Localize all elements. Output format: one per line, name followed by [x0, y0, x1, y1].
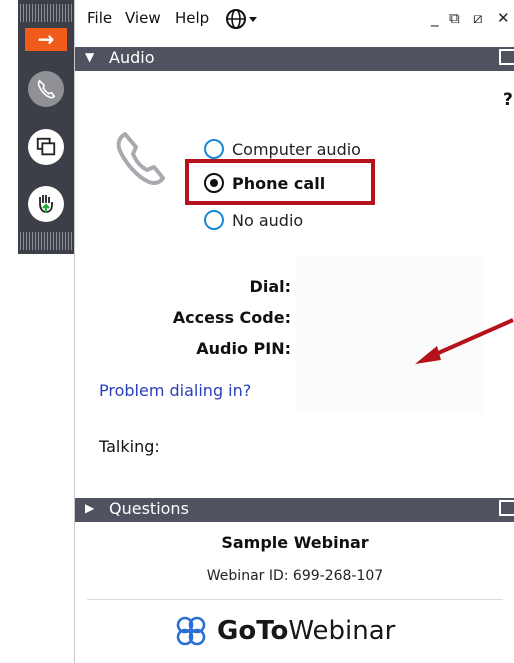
restore-icon[interactable]: ⧉ [449, 9, 460, 27]
minimize-icon[interactable]: _ [431, 9, 439, 27]
highlight-box [185, 159, 375, 205]
menu-help[interactable]: Help [175, 9, 209, 27]
globe-icon[interactable] [225, 8, 261, 30]
phone-handset-icon [109, 126, 173, 194]
pointer-arrow-icon [415, 318, 514, 364]
control-toolbar: → [18, 0, 74, 254]
webinar-id: Webinar ID: 699-268-107 [206, 568, 384, 584]
popout-icon[interactable]: ⧄ [473, 9, 483, 27]
toolbar-grip-bottom[interactable] [18, 232, 74, 250]
menu-view[interactable]: View [125, 9, 161, 27]
radio-no-audio[interactable] [204, 210, 224, 230]
close-icon[interactable]: ✕ [497, 9, 510, 27]
toolbar-grip-top[interactable] [18, 4, 74, 22]
menu-file[interactable]: File [87, 9, 112, 27]
audio-pin-label: Audio PIN: [196, 339, 291, 358]
talking-label: Talking: [99, 437, 160, 456]
audio-section-header[interactable]: ▼ Audio [75, 47, 514, 71]
problem-dialing-link[interactable]: Problem dialing in? [99, 381, 251, 400]
help-icon[interactable]: ? [503, 90, 513, 110]
divider [87, 599, 503, 600]
logo-goto-text: GoTo [217, 616, 289, 646]
access-code-label: Access Code: [172, 308, 291, 327]
arrow-right-icon[interactable]: → [25, 28, 67, 51]
audio-section-title: Audio [109, 48, 155, 67]
questions-section-header[interactable]: ▶ Questions [75, 498, 514, 522]
webinar-title: Sample Webinar [221, 533, 369, 552]
logo-webinar-text: Webinar [288, 616, 396, 646]
dial-label: Dial: [249, 277, 291, 296]
radio-computer-audio[interactable] [204, 139, 224, 159]
gotowebinar-logo-icon [176, 616, 206, 646]
menu-bar: File View Help _ ⧉ ⧄ ✕ [75, 0, 514, 40]
gotowebinar-panel: File View Help _ ⧉ ⧄ ✕ ▼ Audio ? Compute… [74, 0, 514, 663]
option-label: No audio [232, 210, 304, 230]
option-label: Computer audio [232, 139, 361, 159]
popout-section-icon[interactable] [499, 500, 514, 516]
expand-triangle-icon[interactable]: ▶ [85, 501, 94, 515]
popout-section-icon[interactable] [499, 49, 514, 65]
gotowebinar-logo: GoTo Webinar [173, 613, 395, 649]
phone-icon[interactable] [28, 71, 64, 107]
screen-share-icon[interactable] [28, 129, 64, 165]
questions-section-title: Questions [109, 499, 189, 518]
raise-hand-icon[interactable] [28, 186, 64, 222]
collapse-triangle-icon[interactable]: ▼ [85, 50, 94, 64]
option-no-audio[interactable]: No audio [204, 207, 303, 233]
